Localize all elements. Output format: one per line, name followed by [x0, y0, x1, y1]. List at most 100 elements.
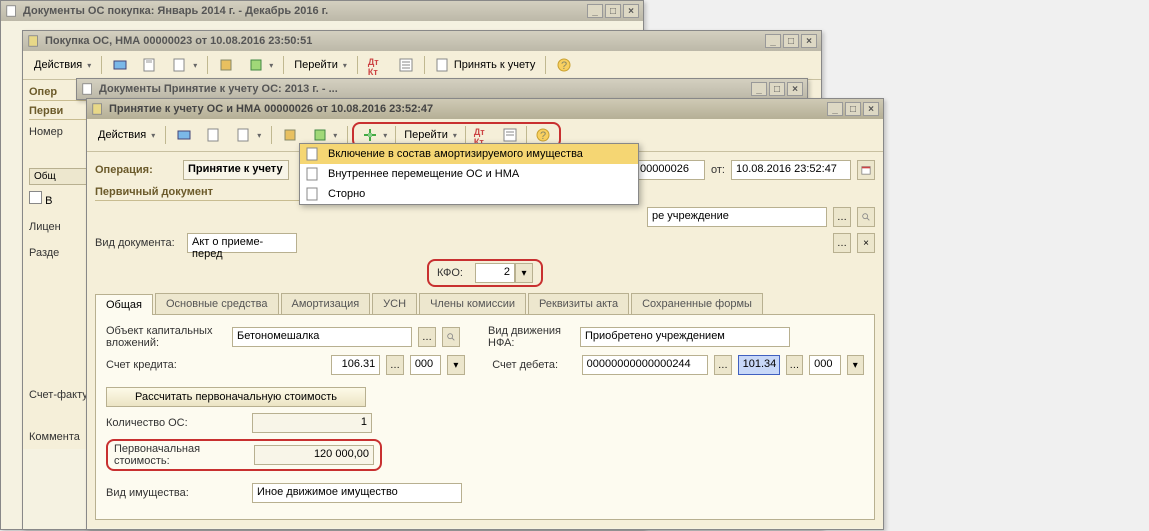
num-input[interactable]: 00000026	[635, 160, 705, 180]
tab-general[interactable]: Общая	[95, 294, 153, 315]
debit-account-label: Счет дебета:	[492, 359, 575, 371]
svg-text:?: ?	[540, 130, 546, 142]
ellipsis-button[interactable]: …	[833, 233, 851, 253]
initial-cost-label: Первоначальная стоимость:	[114, 443, 248, 467]
date-input[interactable]: 10.08.2016 23:52:47	[731, 160, 851, 180]
tab-commission[interactable]: Члены комиссии	[419, 293, 526, 314]
calc-initial-cost-button[interactable]: Рассчитать первоначальную стоимость	[106, 387, 366, 407]
institution-input[interactable]: ре учреждение	[647, 207, 827, 227]
dropdown-item-internal-move[interactable]: Внутреннее перемещение ОС и НМА	[300, 164, 638, 184]
tool-icon-4[interactable]	[212, 54, 240, 76]
close-button[interactable]: ×	[863, 102, 879, 116]
ot-label: от:	[711, 164, 725, 176]
debit-account-input2[interactable]: 101.34	[738, 355, 780, 375]
svg-text:?: ?	[561, 60, 567, 72]
tabs: Общая Основные средства Амортизация УСН …	[95, 293, 875, 315]
tab-saved-forms[interactable]: Сохраненные формы	[631, 293, 763, 314]
property-type-label: Вид имущества:	[106, 487, 246, 499]
tab-content-general: Объект капитальных вложений: Бетономешал…	[95, 315, 875, 520]
tab-usn[interactable]: УСН	[372, 293, 417, 314]
os-qty-label: Количество ОС:	[106, 417, 246, 429]
os-qty-value: 1	[252, 413, 372, 433]
tool-save-icon[interactable]	[170, 124, 198, 146]
ellipsis-button[interactable]: …	[418, 327, 436, 347]
kfo-label: КФО:	[437, 267, 463, 279]
tool-icon-3[interactable]	[166, 54, 203, 76]
tool-doc-icon[interactable]	[230, 124, 267, 146]
number-label: Номер	[29, 126, 63, 138]
ellipsis-button[interactable]: …	[714, 355, 732, 375]
doc-icon	[306, 187, 320, 201]
debit-account-input3[interactable]: 000	[809, 355, 840, 375]
tool-copy-icon[interactable]	[200, 124, 228, 146]
tool-list-icon[interactable]	[392, 54, 420, 76]
operation-label: Операция:	[95, 164, 177, 176]
ellipsis-button[interactable]: …	[833, 207, 851, 227]
min-button[interactable]: _	[827, 102, 843, 116]
titlebar-win2: Покупка ОС, НМА 00000023 от 10.08.2016 2…	[23, 31, 821, 51]
tool-dk-icon[interactable]: ДтКт	[362, 54, 390, 76]
doc-icon	[27, 34, 41, 48]
toolbar-win2: Действия Перейти ДтКт Принять к учету ?	[23, 51, 821, 80]
clear-button[interactable]: ×	[857, 233, 875, 253]
close-button[interactable]: ×	[623, 4, 639, 18]
actions-menu[interactable]: Действия	[92, 126, 161, 144]
initial-cost-value: 120 000,00	[254, 445, 374, 465]
date-picker-button[interactable]	[857, 160, 875, 180]
ellipsis-button[interactable]: …	[386, 355, 404, 375]
doc-type-input[interactable]: Акт о приеме-перед	[187, 233, 297, 253]
doc-icon	[306, 167, 320, 181]
app-icon	[5, 4, 19, 18]
property-type-input[interactable]: Иное движимое имущество	[252, 483, 462, 503]
tool-icon-2[interactable]	[136, 54, 164, 76]
movement-type-label: Вид движения НФА:	[488, 325, 574, 349]
dropdown-item-amortization[interactable]: Включение в состав амортизируемого имуще…	[300, 144, 638, 164]
max-button[interactable]: □	[845, 102, 861, 116]
doc-icon	[306, 147, 320, 161]
tab-requisites[interactable]: Реквизиты акта	[528, 293, 629, 314]
close-button[interactable]: ×	[801, 34, 817, 48]
max-button[interactable]: □	[783, 34, 799, 48]
goto-menu[interactable]: Перейти	[288, 56, 353, 74]
dropdown-button[interactable]: ▾	[847, 355, 865, 375]
titlebar-win3: Документы Принятие к учету ОС: 2013 г. -…	[77, 79, 807, 99]
titlebar-win4: Принятие к учету ОС и НМА 00000026 от 10…	[87, 99, 883, 119]
title-win4: Принятие к учету ОС и НМА 00000026 от 10…	[109, 103, 433, 115]
checkbox-v[interactable]	[29, 191, 42, 204]
debit-account-input1[interactable]: 00000000000000244	[582, 355, 708, 375]
credit-account-sub[interactable]: 000	[410, 355, 441, 375]
window-doc-accept: Документы Принятие к учету ОС: 2013 г. -…	[76, 78, 808, 100]
min-button[interactable]: _	[751, 82, 767, 96]
max-button[interactable]: □	[769, 82, 785, 96]
ellipsis-button[interactable]: …	[786, 355, 804, 375]
open-button[interactable]	[442, 327, 460, 347]
goto-menu[interactable]: Перейти	[398, 126, 463, 144]
tool-icon-5[interactable]	[242, 54, 279, 76]
title-win1: Документы ОС покупка: Январь 2014 г. - Д…	[23, 5, 328, 17]
accept-button[interactable]: Принять к учету	[429, 54, 542, 76]
close-button[interactable]: ×	[787, 82, 803, 96]
kfo-input[interactable]: 2	[475, 263, 515, 283]
dropdown-item-storno[interactable]: Сторно	[300, 184, 638, 204]
credit-account-label: Счет кредита:	[106, 359, 222, 371]
min-button[interactable]: _	[765, 34, 781, 48]
window-accept-os: Принятие к учету ОС и НМА 00000026 от 10…	[86, 98, 884, 530]
min-button[interactable]: _	[587, 4, 603, 18]
capital-obj-label: Объект капитальных вложений:	[106, 325, 226, 349]
help-icon[interactable]: ?	[550, 54, 578, 76]
movement-type-input[interactable]: Приобретено учреждением	[580, 327, 790, 347]
credit-account-input[interactable]: 106.31	[331, 355, 380, 375]
tab-fixed-assets[interactable]: Основные средства	[155, 293, 279, 314]
title-win2: Покупка ОС, НМА 00000023 от 10.08.2016 2…	[45, 35, 312, 47]
actions-menu[interactable]: Действия	[28, 56, 97, 74]
kfo-dropdown-button[interactable]: ▾	[515, 263, 533, 283]
create-dropdown: Включение в состав амортизируемого имуще…	[299, 143, 639, 205]
max-button[interactable]: □	[605, 4, 621, 18]
open-button[interactable]	[857, 207, 875, 227]
capital-obj-input[interactable]: Бетономешалка	[232, 327, 412, 347]
tab-amortization[interactable]: Амортизация	[281, 293, 371, 314]
app-icon	[81, 82, 95, 96]
dropdown-button[interactable]: ▾	[447, 355, 465, 375]
title-win3: Документы Принятие к учету ОС: 2013 г. -…	[99, 83, 338, 95]
tool-icon-1[interactable]	[106, 54, 134, 76]
